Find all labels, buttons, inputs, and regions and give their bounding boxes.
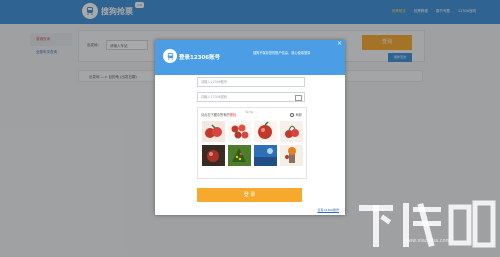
captcha-tile-1[interactable] bbox=[202, 121, 225, 142]
captcha-tile-7[interactable] bbox=[254, 145, 277, 166]
captcha-tile-2[interactable] bbox=[228, 121, 251, 142]
dialog-header: 登录12306账号 搜狗不保存您的账户信息，放心使用登录 × bbox=[155, 40, 345, 75]
refresh-icon bbox=[289, 112, 294, 117]
captcha-box: 请点击下图中所有的樱桃 ~~ 刷新 bbox=[197, 107, 307, 179]
train-icon bbox=[163, 49, 177, 63]
watermark-url: www.xiazaiba.com bbox=[404, 238, 451, 244]
login-button[interactable]: 登 录 bbox=[197, 188, 302, 202]
keyboard-icon[interactable] bbox=[295, 95, 302, 101]
captcha-tile-3[interactable] bbox=[254, 121, 277, 142]
captcha-refresh-label: 刷新 bbox=[295, 113, 302, 117]
captcha-prompt-text: 请点击下图中所有的 bbox=[201, 113, 230, 117]
password-field[interactable]: 请输入12306密码 bbox=[197, 92, 305, 102]
watermark-logo bbox=[359, 200, 496, 248]
dialog-description: 搜狗不保存您的账户信息，放心使用登录 bbox=[253, 51, 311, 55]
register-link[interactable]: 没有12306账号 bbox=[317, 208, 339, 212]
captcha-hint-image: ~~ bbox=[245, 110, 254, 116]
captcha-tile-6[interactable] bbox=[228, 145, 251, 166]
dialog-title: 登录12306账号 bbox=[179, 55, 221, 61]
captcha-tile-8[interactable] bbox=[280, 145, 303, 166]
captcha-tile-5[interactable] bbox=[202, 145, 225, 166]
username-field[interactable]: 请输入12306账号 bbox=[197, 77, 305, 87]
captcha-prompt: 请点击下图中所有的樱桃 bbox=[201, 112, 236, 117]
captcha-tile-4[interactable] bbox=[280, 121, 303, 142]
username-placeholder: 请输入12306账号 bbox=[201, 80, 228, 84]
login-dialog: 登录12306账号 搜狗不保存您的账户信息，放心使用登录 × 请输入12306账… bbox=[155, 40, 345, 215]
captcha-refresh-button[interactable]: 刷新 bbox=[289, 112, 302, 117]
close-icon[interactable]: × bbox=[337, 41, 342, 47]
password-placeholder: 请输入12306密码 bbox=[201, 95, 228, 99]
captcha-keyword: 樱桃 bbox=[229, 113, 237, 117]
